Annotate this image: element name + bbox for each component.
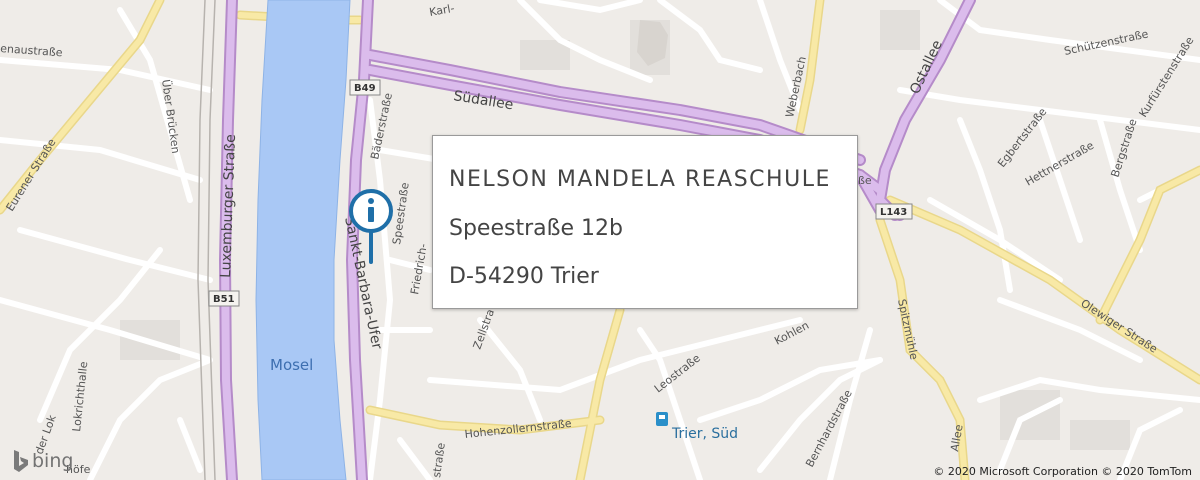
shield-b51: B51 <box>208 290 240 307</box>
shield-b51-label: B51 <box>213 294 235 305</box>
street-label-be-fragment: ße <box>858 174 872 187</box>
place-city: D-54290 Trier <box>449 264 599 289</box>
shield-b49: B49 <box>349 79 381 96</box>
location-infobox[interactable]: NELSON MANDELA REASCHULE Speestraße 12b … <box>432 135 858 309</box>
map-copyright: © 2020 Microsoft Corporation © 2020 TomT… <box>933 465 1192 478</box>
place-street: Speestraße 12b <box>449 216 623 241</box>
train-station-label: Trier, Süd <box>671 426 738 442</box>
bing-icon <box>14 450 28 472</box>
river-label: Mosel <box>270 356 313 374</box>
shield-l143-label: L143 <box>880 207 907 218</box>
map-view[interactable]: Südallee Ostallee Luxemburger Straße San… <box>0 0 1200 480</box>
shield-l143: L143 <box>875 203 913 220</box>
place-name: NELSON MANDELA REASCHULE <box>449 167 831 192</box>
bing-logo[interactable]: bing <box>12 448 73 474</box>
shield-b49-label: B49 <box>354 83 376 94</box>
info-pin-icon[interactable] <box>345 186 397 266</box>
bing-wordmark: bing <box>32 450 74 472</box>
